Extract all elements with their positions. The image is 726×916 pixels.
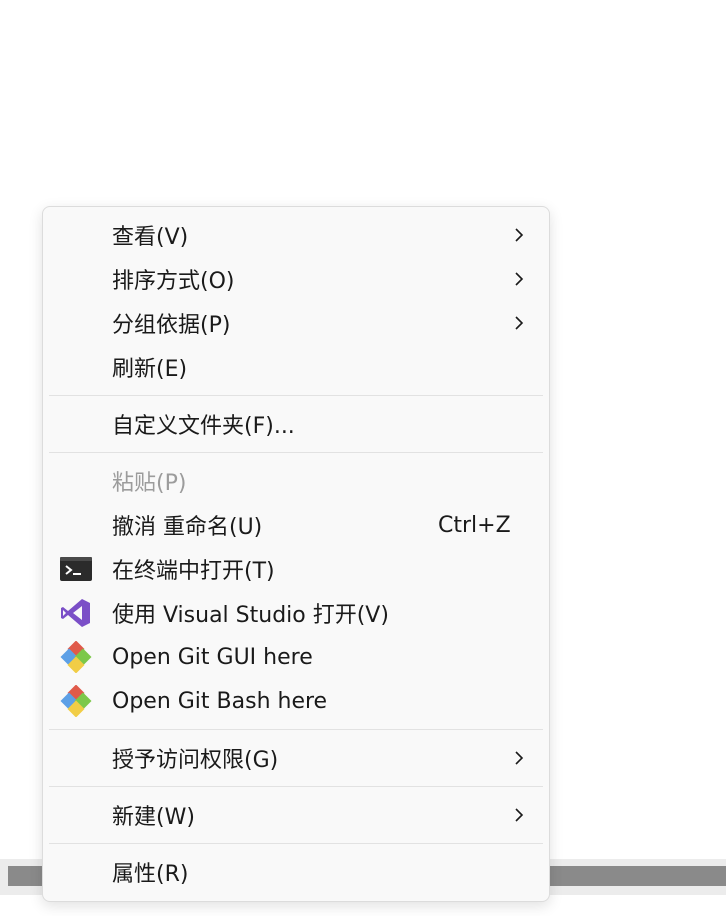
chevron-right-icon xyxy=(515,808,524,822)
menu-item-label: 排序方式(O) xyxy=(112,269,235,294)
menu-item-label: 使用 Visual Studio 打开(V) xyxy=(112,603,389,628)
menu-item-label: 粘贴(P) xyxy=(112,471,187,496)
menu-item-shortcut: Ctrl+Z xyxy=(438,512,511,538)
menu-item-paste: 粘贴(P) xyxy=(43,459,549,503)
terminal-icon xyxy=(59,552,93,586)
menu-item-group-by[interactable]: 分组依据(P) xyxy=(43,301,549,345)
menu-item-label: Open Git Bash here xyxy=(112,688,328,714)
menu-item-label: 刷新(E) xyxy=(112,357,188,382)
git-icon xyxy=(59,640,93,674)
menu-item-open-in-terminal[interactable]: 在终端中打开(T) xyxy=(43,547,549,591)
menu-item-label: Open Git GUI here xyxy=(112,644,313,670)
chevron-right-icon xyxy=(515,751,524,765)
menu-separator xyxy=(49,395,543,396)
menu-item-customize-folder[interactable]: 自定义文件夹(F)... xyxy=(43,402,549,446)
chevron-right-icon xyxy=(515,316,524,330)
menu-item-view[interactable]: 查看(V) xyxy=(43,213,549,257)
menu-item-new[interactable]: 新建(W) xyxy=(43,793,549,837)
menu-item-undo-rename[interactable]: 撤消 重命名(U) Ctrl+Z xyxy=(43,503,549,547)
menu-item-label: 在终端中打开(T) xyxy=(112,559,275,584)
menu-item-label: 分组依据(P) xyxy=(112,313,231,338)
menu-item-refresh[interactable]: 刷新(E) xyxy=(43,345,549,389)
menu-separator xyxy=(49,843,543,844)
desktop-canvas[interactable]: 查看(V) 排序方式(O) 分组依据(P) 刷新(E) 自定义文件夹(F)...… xyxy=(0,0,726,916)
menu-item-open-with-visual-studio[interactable]: 使用 Visual Studio 打开(V) xyxy=(43,591,549,635)
menu-item-open-git-gui[interactable]: Open Git GUI here xyxy=(43,635,549,679)
menu-item-label: 撤消 重命名(U) xyxy=(112,515,263,540)
menu-item-label: 属性(R) xyxy=(112,862,189,887)
menu-item-label: 授予访问权限(G) xyxy=(112,748,279,773)
menu-separator xyxy=(49,452,543,453)
menu-item-properties[interactable]: 属性(R) xyxy=(43,850,549,894)
menu-separator xyxy=(49,729,543,730)
menu-item-label: 新建(W) xyxy=(112,805,195,830)
menu-item-sort-by[interactable]: 排序方式(O) xyxy=(43,257,549,301)
menu-separator xyxy=(49,786,543,787)
visual-studio-icon xyxy=(59,596,93,630)
menu-item-open-git-bash[interactable]: Open Git Bash here xyxy=(43,679,549,723)
menu-item-give-access[interactable]: 授予访问权限(G) xyxy=(43,736,549,780)
chevron-right-icon xyxy=(515,272,524,286)
menu-item-label: 查看(V) xyxy=(112,225,189,250)
menu-item-label: 自定义文件夹(F)... xyxy=(112,414,295,439)
chevron-right-icon xyxy=(515,228,524,242)
context-menu: 查看(V) 排序方式(O) 分组依据(P) 刷新(E) 自定义文件夹(F)...… xyxy=(42,206,550,902)
git-icon xyxy=(59,684,93,718)
